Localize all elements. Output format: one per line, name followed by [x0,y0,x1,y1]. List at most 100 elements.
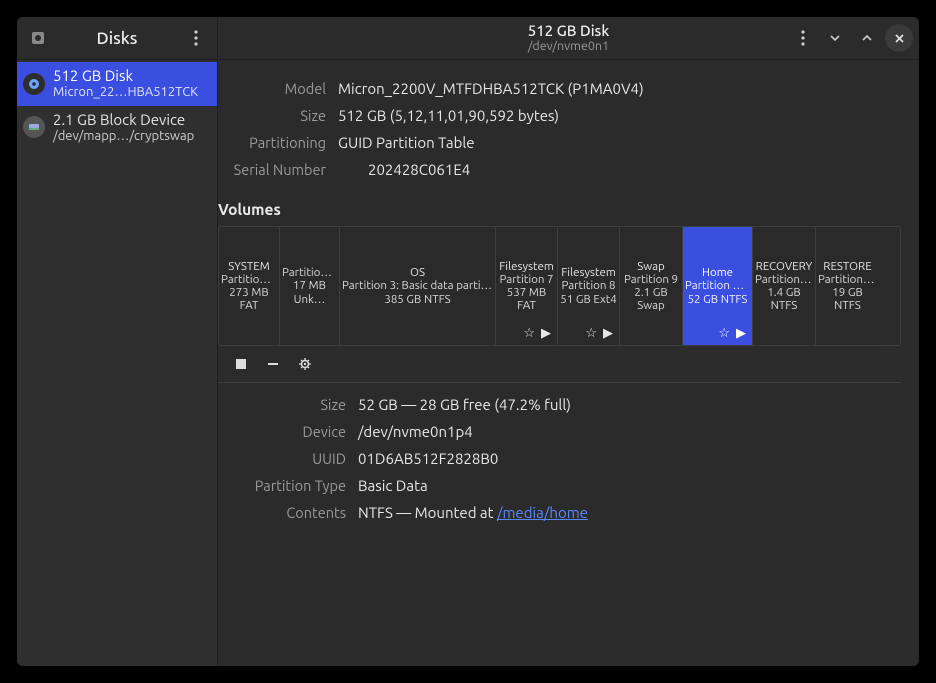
label-partitioning: Partitioning [218,134,326,151]
star-icon: ☆ [523,326,535,341]
drive-menu-button[interactable] [789,24,817,52]
device-subtitle: /dev/mapp…/cryptswap [53,129,194,145]
delete-partition-button[interactable] [264,355,282,373]
row-vol-ptype: Partition Type Basic Data [218,472,901,499]
volume-toolbar [218,346,901,383]
volume-size: 17 MB Unk… [282,279,337,305]
sidebar-title: Disks [53,29,181,48]
block-device-icon [23,116,45,138]
minimize-button[interactable] [821,24,849,52]
play-icon: ▶ [541,326,551,341]
row-vol-contents: Contents NTFS — Mounted at /media/home [218,499,901,526]
label-vol-size: Size [218,396,346,413]
value-vol-device: /dev/nvme0n1p4 [358,423,901,440]
device-list: 512 GB DiskMicron_22…HBA512TCK 2.1 GB Blo… [17,60,217,149]
unmount-button[interactable] [232,355,250,373]
device-title: 512 GB Disk [53,67,198,85]
volume-name: Filesystem [499,260,554,273]
volume-name: Filesystem [561,266,616,279]
play-icon: ▶ [603,326,613,341]
label-size: Size [218,107,326,124]
volume-partition: Partition 2… [282,266,337,279]
volume-status-icons: ☆▶ [523,326,551,341]
mount-point-link[interactable]: /media/home [497,504,588,521]
volume-size: 19 GB NTFS [818,286,877,312]
volume-name: SYSTEM [228,260,270,273]
label-serial: Serial Number [218,161,326,178]
row-serial: Serial Number 202428C061E4 [218,156,901,183]
row-partitioning: Partitioning GUID Partition Table [218,129,901,156]
volume-partition: Partition 9 [624,273,678,286]
label-vol-contents: Contents [218,504,346,521]
volume-cell[interactable]: FilesystemPartition 851 GB Ext4☆▶ [558,227,620,345]
main-body: Model Micron_2200V_MTFDHBA512TCK (P1MA0V… [218,60,919,526]
volume-cell[interactable]: RECOVERYPartition 5…1.4 GB NTFS [753,227,816,345]
volume-name: Swap [637,260,665,273]
volume-partition: Partition 8 [561,279,615,292]
value-serial: 202428C061E4 [338,161,901,178]
volume-partition: Partition 3: Basic data partition [342,279,493,292]
value-vol-size: 52 GB — 28 GB free (47.2% full) [358,396,901,413]
disk-icon [23,73,45,95]
row-vol-size: Size 52 GB — 28 GB free (47.2% full) [218,391,901,418]
row-vol-uuid: UUID 01D6AB512F2828B0 [218,445,901,472]
volume-name: Home [702,266,733,279]
volume-cell[interactable]: Partition 2…17 MB Unk… [280,227,340,345]
volume-size: 52 GB NTFS [688,293,748,306]
app-icon [23,23,53,53]
label-vol-uuid: UUID [218,450,346,467]
volume-strip: SYSTEMPartition 1…273 MB FATPartition 2…… [218,226,901,346]
value-size: 512 GB (5,12,11,01,90,592 bytes) [338,107,901,124]
volumes-heading: Volumes [218,201,901,218]
volume-size: 385 GB NTFS [384,293,450,306]
volume-status-icons: ☆▶ [585,326,613,341]
volume-partition: Partition 1… [221,273,277,286]
volume-cell[interactable]: HomePartition 4: B…52 GB NTFS☆▶ [683,227,753,345]
volume-name: RESTORE [823,260,871,273]
volume-name: RECOVERY [756,260,813,273]
volume-name: OS [410,266,425,279]
value-model: Micron_2200V_MTFDHBA512TCK (P1MA0V4) [338,80,901,97]
sidebar-header: Disks [17,17,217,60]
label-model: Model [218,80,326,97]
play-icon: ▶ [736,326,746,341]
main-header: 512 GB Disk /dev/nvme0n1 [218,17,919,60]
volume-partition: Partition 5… [755,273,813,286]
row-vol-device: Device /dev/nvme0n1p4 [218,418,901,445]
volume-cell[interactable]: SYSTEMPartition 1…273 MB FAT [219,227,280,345]
star-icon: ☆ [585,326,597,341]
star-icon: ☆ [718,326,730,341]
device-item[interactable]: 2.1 GB Block Device/dev/mapp…/cryptswap [17,106,217,150]
device-item[interactable]: 512 GB DiskMicron_22…HBA512TCK [17,62,217,106]
app-window: Disks 512 GB DiskMicron_22…HBA512TCK 2.1 … [17,17,919,666]
close-button[interactable] [885,24,913,52]
volume-cell[interactable]: FilesystemPartition 7537 MB FAT☆▶ [496,227,558,345]
device-title: 2.1 GB Block Device [53,111,194,129]
value-partitioning: GUID Partition Table [338,134,901,151]
volume-detail: Size 52 GB — 28 GB free (47.2% full) Dev… [218,391,901,526]
sidebar-menu-button[interactable] [181,23,211,53]
volume-partition: Partition 6: … [818,273,877,286]
value-vol-ptype: Basic Data [358,477,901,494]
label-vol-device: Device [218,423,346,440]
sidebar: Disks 512 GB DiskMicron_22…HBA512TCK 2.1 … [17,17,218,666]
maximize-button[interactable] [853,24,881,52]
volume-size: 1.4 GB NTFS [755,286,813,312]
partition-options-button[interactable] [296,355,314,373]
volume-cell[interactable]: SwapPartition 92.1 GB Swap [620,227,683,345]
volume-partition: Partition 7 [499,273,553,286]
main-panel: 512 GB Disk /dev/nvme0n1 Model Micron_22… [218,17,919,666]
volume-size: 273 MB FAT [221,286,277,312]
volume-cell[interactable]: RESTOREPartition 6: …19 GB NTFS [816,227,879,345]
row-model: Model Micron_2200V_MTFDHBA512TCK (P1MA0V… [218,75,901,102]
value-vol-contents: NTFS — Mounted at /media/home [358,504,901,521]
value-vol-uuid: 01D6AB512F2828B0 [358,450,901,467]
volume-size: 537 MB FAT [498,286,555,312]
volume-size: 2.1 GB Swap [622,286,680,312]
device-text: 512 GB DiskMicron_22…HBA512TCK [53,67,198,101]
label-vol-ptype: Partition Type [218,477,346,494]
volume-size: 51 GB Ext4 [560,293,617,306]
device-subtitle: Micron_22…HBA512TCK [53,85,198,101]
volume-cell[interactable]: OSPartition 3: Basic data partition385 G… [340,227,496,345]
contents-text: NTFS — Mounted at [358,504,497,521]
